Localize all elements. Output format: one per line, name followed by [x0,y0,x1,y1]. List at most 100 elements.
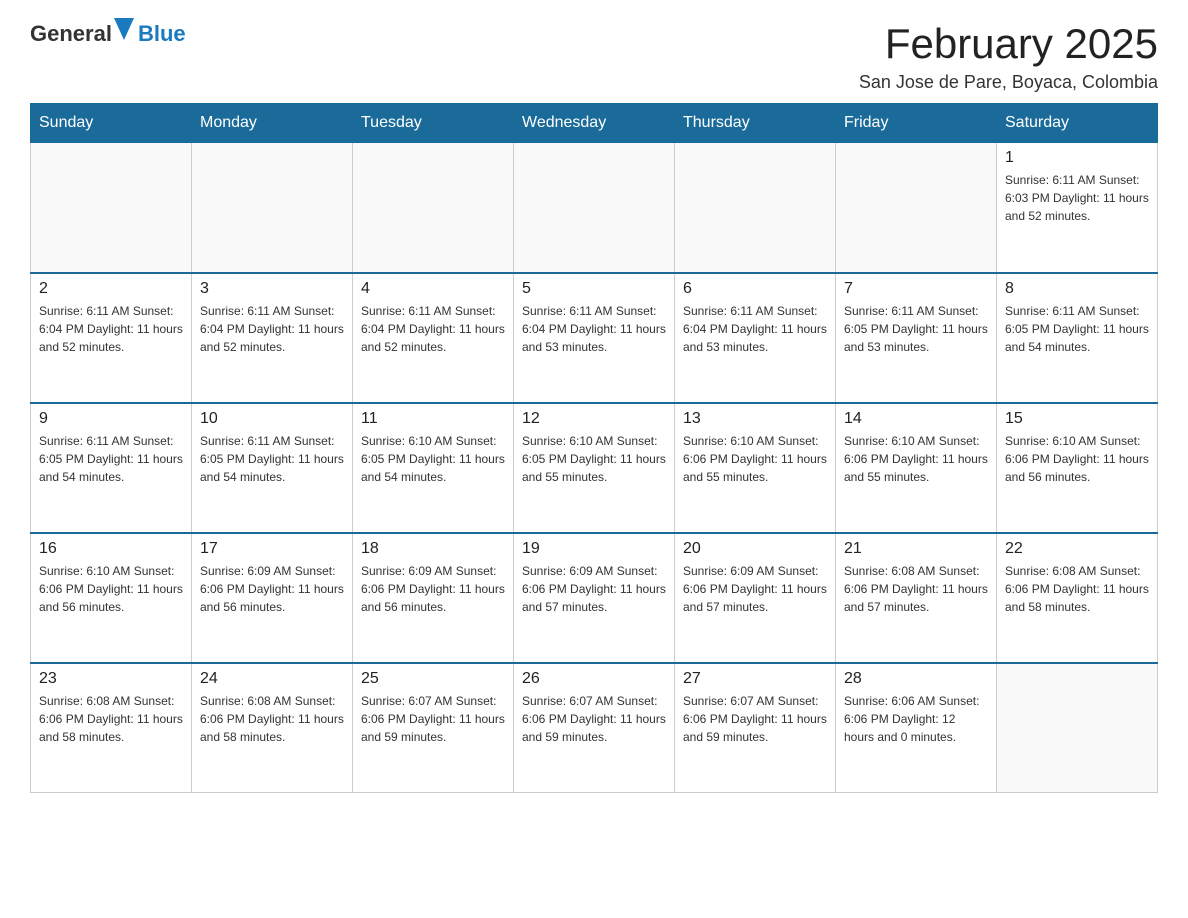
calendar-cell: 25 Sunrise: 6:07 AM Sunset: 6:06 PM Dayli… [353,663,514,793]
day-info: Sunrise: 6:07 AM Sunset: 6:06 PM Dayligh… [683,692,827,746]
day-number: 20 [683,540,827,558]
day-number: 16 [39,540,183,558]
day-info: Sunrise: 6:10 AM Sunset: 6:05 PM Dayligh… [361,432,505,486]
day-number: 22 [1005,540,1149,558]
col-wednesday: Wednesday [514,104,675,143]
day-info: Sunrise: 6:08 AM Sunset: 6:06 PM Dayligh… [39,692,183,746]
day-info: Sunrise: 6:11 AM Sunset: 6:05 PM Dayligh… [844,302,988,356]
calendar-cell [675,143,836,273]
day-info: Sunrise: 6:09 AM Sunset: 6:06 PM Dayligh… [522,562,666,616]
day-number: 15 [1005,410,1149,428]
day-info: Sunrise: 6:11 AM Sunset: 6:05 PM Dayligh… [1005,302,1149,356]
calendar-cell [997,663,1158,793]
day-number: 14 [844,410,988,428]
day-number: 6 [683,280,827,298]
calendar-cell: 9 Sunrise: 6:11 AM Sunset: 6:05 PM Daylig… [31,403,192,533]
day-info: Sunrise: 6:08 AM Sunset: 6:06 PM Dayligh… [1005,562,1149,616]
day-info: Sunrise: 6:07 AM Sunset: 6:06 PM Dayligh… [361,692,505,746]
day-number: 7 [844,280,988,298]
day-info: Sunrise: 6:06 AM Sunset: 6:06 PM Dayligh… [844,692,988,746]
day-info: Sunrise: 6:09 AM Sunset: 6:06 PM Dayligh… [200,562,344,616]
day-info: Sunrise: 6:10 AM Sunset: 6:06 PM Dayligh… [1005,432,1149,486]
day-info: Sunrise: 6:09 AM Sunset: 6:06 PM Dayligh… [361,562,505,616]
day-info: Sunrise: 6:11 AM Sunset: 6:05 PM Dayligh… [200,432,344,486]
day-number: 12 [522,410,666,428]
calendar-cell: 3 Sunrise: 6:11 AM Sunset: 6:04 PM Daylig… [192,273,353,403]
logo-general: General [30,21,112,47]
day-number: 9 [39,410,183,428]
day-number: 3 [200,280,344,298]
calendar-cell: 5 Sunrise: 6:11 AM Sunset: 6:04 PM Daylig… [514,273,675,403]
day-number: 17 [200,540,344,558]
calendar-cell: 28 Sunrise: 6:06 AM Sunset: 6:06 PM Dayli… [836,663,997,793]
day-info: Sunrise: 6:10 AM Sunset: 6:05 PM Dayligh… [522,432,666,486]
day-info: Sunrise: 6:09 AM Sunset: 6:06 PM Dayligh… [683,562,827,616]
day-number: 19 [522,540,666,558]
day-number: 2 [39,280,183,298]
month-year-title: February 2025 [859,20,1158,68]
col-tuesday: Tuesday [353,104,514,143]
day-info: Sunrise: 6:10 AM Sunset: 6:06 PM Dayligh… [683,432,827,486]
day-number: 10 [200,410,344,428]
logo: General Blue [30,20,186,47]
day-number: 11 [361,410,505,428]
day-number: 23 [39,670,183,688]
day-info: Sunrise: 6:11 AM Sunset: 6:04 PM Dayligh… [683,302,827,356]
calendar-cell: 11 Sunrise: 6:10 AM Sunset: 6:05 PM Dayli… [353,403,514,533]
day-info: Sunrise: 6:11 AM Sunset: 6:05 PM Dayligh… [39,432,183,486]
calendar-cell: 7 Sunrise: 6:11 AM Sunset: 6:05 PM Daylig… [836,273,997,403]
calendar-cell: 14 Sunrise: 6:10 AM Sunset: 6:06 PM Dayli… [836,403,997,533]
calendar-cell: 13 Sunrise: 6:10 AM Sunset: 6:06 PM Dayli… [675,403,836,533]
col-monday: Monday [192,104,353,143]
calendar-cell: 17 Sunrise: 6:09 AM Sunset: 6:06 PM Dayli… [192,533,353,663]
calendar-cell: 8Sunrise: 6:11 AM Sunset: 6:05 PM Daylig… [997,273,1158,403]
calendar-cell: 27 Sunrise: 6:07 AM Sunset: 6:06 PM Dayli… [675,663,836,793]
week-row-3: 9 Sunrise: 6:11 AM Sunset: 6:05 PM Daylig… [31,403,1158,533]
calendar-cell: 26Sunrise: 6:07 AM Sunset: 6:06 PM Dayli… [514,663,675,793]
day-number: 27 [683,670,827,688]
calendar-cell [836,143,997,273]
day-info: Sunrise: 6:11 AM Sunset: 6:04 PM Dayligh… [39,302,183,356]
day-number: 13 [683,410,827,428]
title-section: February 2025 San Jose de Pare, Boyaca, … [859,20,1158,93]
logo-arrow-icon [114,18,134,40]
calendar-cell [192,143,353,273]
day-info: Sunrise: 6:11 AM Sunset: 6:04 PM Dayligh… [200,302,344,356]
location-subtitle: San Jose de Pare, Boyaca, Colombia [859,72,1158,93]
day-info: Sunrise: 6:10 AM Sunset: 6:06 PM Dayligh… [39,562,183,616]
calendar-cell [353,143,514,273]
calendar-cell: 22 Sunrise: 6:08 AM Sunset: 6:06 PM Dayli… [997,533,1158,663]
day-number: 24 [200,670,344,688]
calendar-cell [514,143,675,273]
col-sunday: Sunday [31,104,192,143]
calendar-cell [31,143,192,273]
calendar-cell: 4 Sunrise: 6:11 AM Sunset: 6:04 PM Daylig… [353,273,514,403]
calendar-cell: 19 Sunrise: 6:09 AM Sunset: 6:06 PM Dayli… [514,533,675,663]
day-number: 5 [522,280,666,298]
page-header: General Blue February 2025 San Jose de P… [30,20,1158,93]
calendar-table: Sunday Monday Tuesday Wednesday Thursday… [30,103,1158,793]
day-number: 1 [1005,149,1149,167]
day-number: 28 [844,670,988,688]
day-info: Sunrise: 6:10 AM Sunset: 6:06 PM Dayligh… [844,432,988,486]
calendar-cell: 10 Sunrise: 6:11 AM Sunset: 6:05 PM Dayli… [192,403,353,533]
day-info: Sunrise: 6:08 AM Sunset: 6:06 PM Dayligh… [844,562,988,616]
calendar-cell: 23 Sunrise: 6:08 AM Sunset: 6:06 PM Dayli… [31,663,192,793]
calendar-cell: 24 Sunrise: 6:08 AM Sunset: 6:06 PM Dayli… [192,663,353,793]
week-row-2: 2 Sunrise: 6:11 AM Sunset: 6:04 PM Daylig… [31,273,1158,403]
day-info: Sunrise: 6:11 AM Sunset: 6:03 PM Dayligh… [1005,171,1149,225]
col-saturday: Saturday [997,104,1158,143]
day-number: 25 [361,670,505,688]
calendar-cell: 1 Sunrise: 6:11 AM Sunset: 6:03 PM Daylig… [997,143,1158,273]
day-info: Sunrise: 6:08 AM Sunset: 6:06 PM Dayligh… [200,692,344,746]
day-info: Sunrise: 6:11 AM Sunset: 6:04 PM Dayligh… [522,302,666,356]
logo-blue: Blue [138,21,186,47]
day-info: Sunrise: 6:07 AM Sunset: 6:06 PM Dayligh… [522,692,666,746]
calendar-cell: 2 Sunrise: 6:11 AM Sunset: 6:04 PM Daylig… [31,273,192,403]
day-number: 4 [361,280,505,298]
day-info: Sunrise: 6:11 AM Sunset: 6:04 PM Dayligh… [361,302,505,356]
week-row-4: 16 Sunrise: 6:10 AM Sunset: 6:06 PM Dayli… [31,533,1158,663]
calendar-cell: 21Sunrise: 6:08 AM Sunset: 6:06 PM Dayli… [836,533,997,663]
col-thursday: Thursday [675,104,836,143]
day-number: 18 [361,540,505,558]
